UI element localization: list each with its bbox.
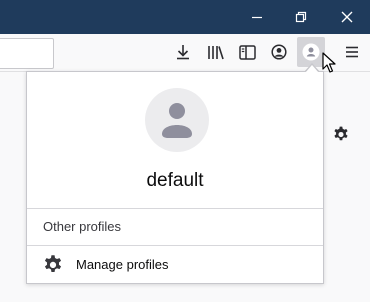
menu-icon <box>346 46 358 58</box>
library-button[interactable] <box>201 37 229 67</box>
mouse-cursor-icon <box>322 52 336 73</box>
library-icon <box>207 46 224 60</box>
separator <box>27 208 323 209</box>
manage-profiles-label: Manage profiles <box>76 257 169 272</box>
sidebar-button[interactable] <box>233 37 261 67</box>
manage-profiles-item[interactable]: Manage profiles <box>27 246 323 283</box>
title-bar <box>0 0 370 34</box>
profile-name: default <box>146 170 204 191</box>
minimize-button[interactable] <box>234 0 280 34</box>
restore-button[interactable] <box>278 0 324 34</box>
profile-avatar <box>145 88 209 152</box>
close-icon <box>341 11 353 23</box>
profile-menu-panel: default Other profiles Manage profiles <box>26 71 324 284</box>
user-avatar-icon <box>162 103 192 138</box>
profile-icon <box>302 43 320 61</box>
gear-icon <box>44 255 62 272</box>
url-bar[interactable] <box>0 38 54 69</box>
minimize-icon <box>252 16 262 19</box>
download-icon <box>177 45 189 60</box>
gear-icon <box>334 126 348 141</box>
account-button[interactable] <box>265 37 293 67</box>
restore-icon <box>295 11 307 23</box>
account-icon <box>271 44 287 60</box>
page-settings-button[interactable] <box>330 122 352 144</box>
app-menu-button[interactable] <box>338 37 366 67</box>
popup-arrow-fill <box>305 65 319 73</box>
close-window-button[interactable] <box>324 0 370 34</box>
downloads-button[interactable] <box>169 37 197 67</box>
other-profiles-label: Other profiles <box>43 219 122 234</box>
sidebar-icon <box>238 44 256 60</box>
